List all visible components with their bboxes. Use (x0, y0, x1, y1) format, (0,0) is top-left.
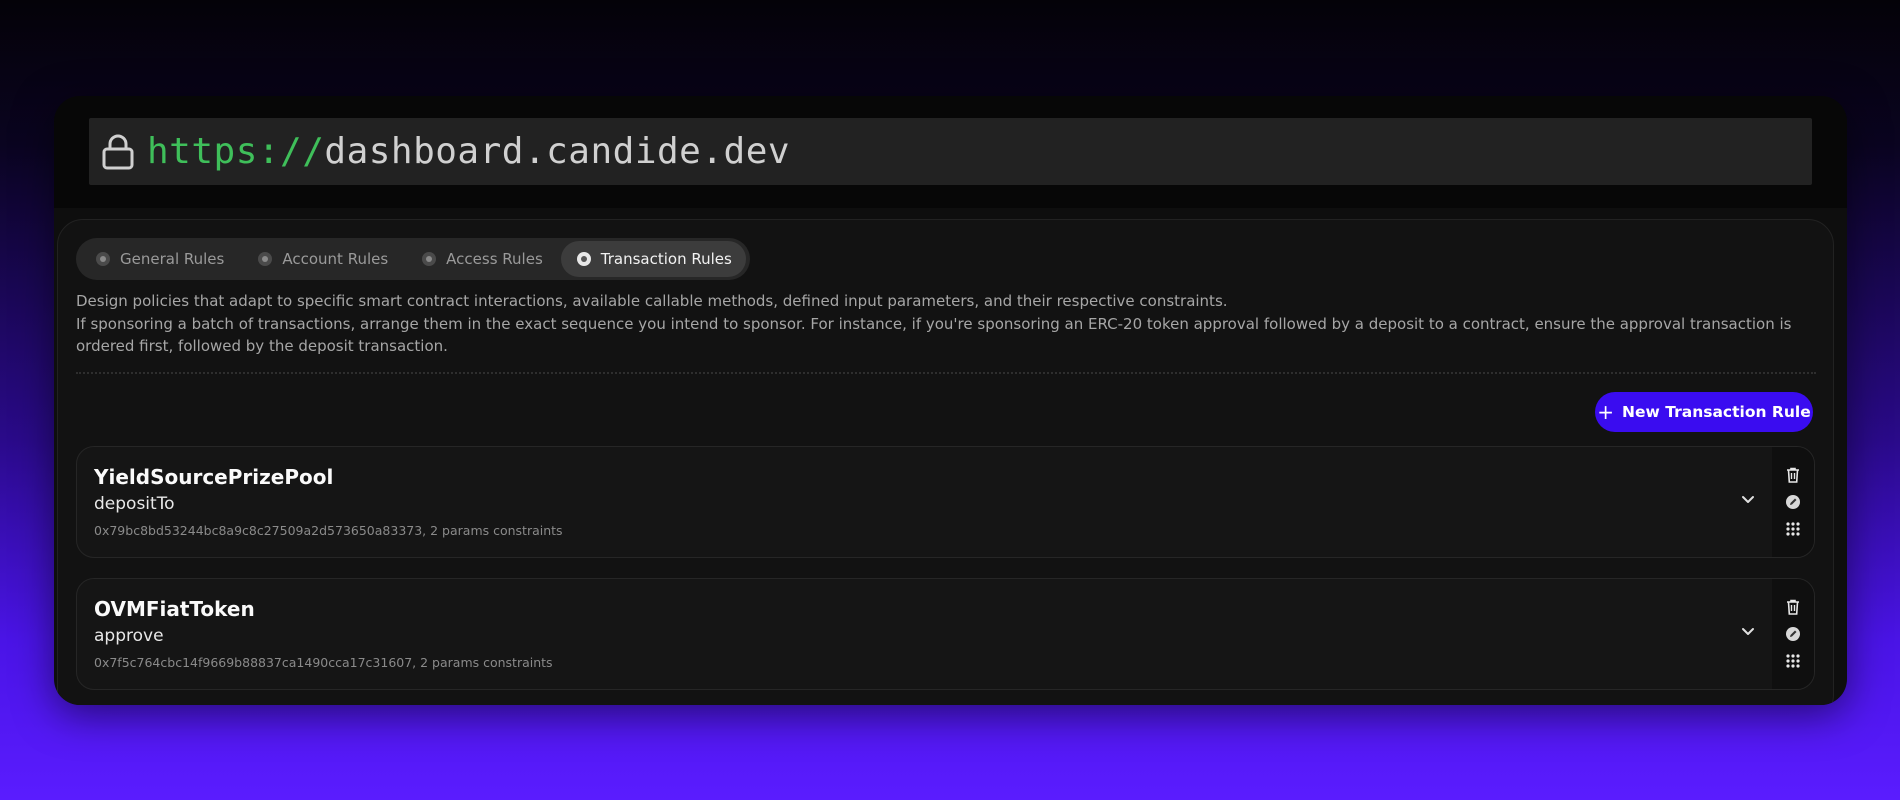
browser-window: https://dashboard.candide.dev General Ru… (54, 96, 1847, 705)
rule-contract-name: YieldSourcePrizePool (94, 465, 334, 489)
rule-card[interactable]: YieldSourcePrizePool depositTo 0x79bc8bd… (76, 446, 1815, 558)
rule-meta: 0x7f5c764cbc14f9669b88837ca1490cca17c316… (94, 655, 553, 670)
drag-handle-icon[interactable] (1784, 520, 1802, 538)
new-transaction-rule-button[interactable]: + New Transaction Rule (1595, 392, 1813, 432)
tab-account-rules[interactable]: Account Rules (242, 241, 402, 277)
chevron-down-icon[interactable] (1737, 489, 1759, 511)
trash-icon[interactable] (1784, 598, 1802, 616)
lock-icon (102, 134, 134, 169)
url-text: https://dashboard.candide.dev (147, 131, 790, 172)
tab-label: Access Rules (446, 250, 543, 268)
tab-label: Transaction Rules (600, 250, 732, 268)
url-host: dashboard.candide.dev (324, 131, 791, 172)
divider (76, 372, 1816, 374)
chevron-down-icon[interactable] (1737, 621, 1759, 643)
description-line-2: If sponsoring a batch of transactions, a… (76, 314, 1792, 356)
rule-method: approve (94, 626, 164, 646)
tab-label: Account Rules (282, 250, 389, 268)
description-line-1: Design policies that adapt to specific s… (76, 292, 1228, 310)
plus-icon: + (1597, 400, 1615, 424)
rule-contract-name: OVMFiatToken (94, 597, 255, 621)
tab-general-rules[interactable]: General Rules (80, 241, 238, 277)
rules-panel: General Rules Account Rules Access Rules… (57, 219, 1834, 705)
rule-meta: 0x79bc8bd53244bc8a9c8c27509a2d573650a833… (94, 523, 563, 538)
rule-method: depositTo (94, 494, 175, 514)
rules-description: Design policies that adapt to specific s… (76, 290, 1796, 358)
trash-icon[interactable] (1784, 466, 1802, 484)
account-rules-icon (258, 252, 273, 266)
transaction-rules-icon (576, 252, 591, 266)
tab-transaction-rules[interactable]: Transaction Rules (560, 241, 746, 277)
rules-tabs: General Rules Account Rules Access Rules… (76, 238, 750, 280)
tab-label: General Rules (120, 250, 225, 268)
rule-actions (1772, 579, 1814, 689)
access-rules-icon (422, 252, 437, 266)
browser-toolbar: https://dashboard.candide.dev (54, 96, 1847, 208)
tab-access-rules[interactable]: Access Rules (406, 241, 557, 277)
url-scheme: https:// (147, 131, 325, 172)
edit-icon[interactable] (1784, 625, 1802, 643)
drag-handle-icon[interactable] (1784, 652, 1802, 670)
rule-actions (1772, 447, 1814, 557)
address-bar[interactable]: https://dashboard.candide.dev (89, 118, 1812, 185)
new-rule-label: New Transaction Rule (1622, 403, 1811, 421)
edit-icon[interactable] (1784, 493, 1802, 511)
general-rules-icon (96, 252, 110, 266)
rule-card[interactable]: OVMFiatToken approve 0x7f5c764cbc14f9669… (76, 578, 1815, 690)
